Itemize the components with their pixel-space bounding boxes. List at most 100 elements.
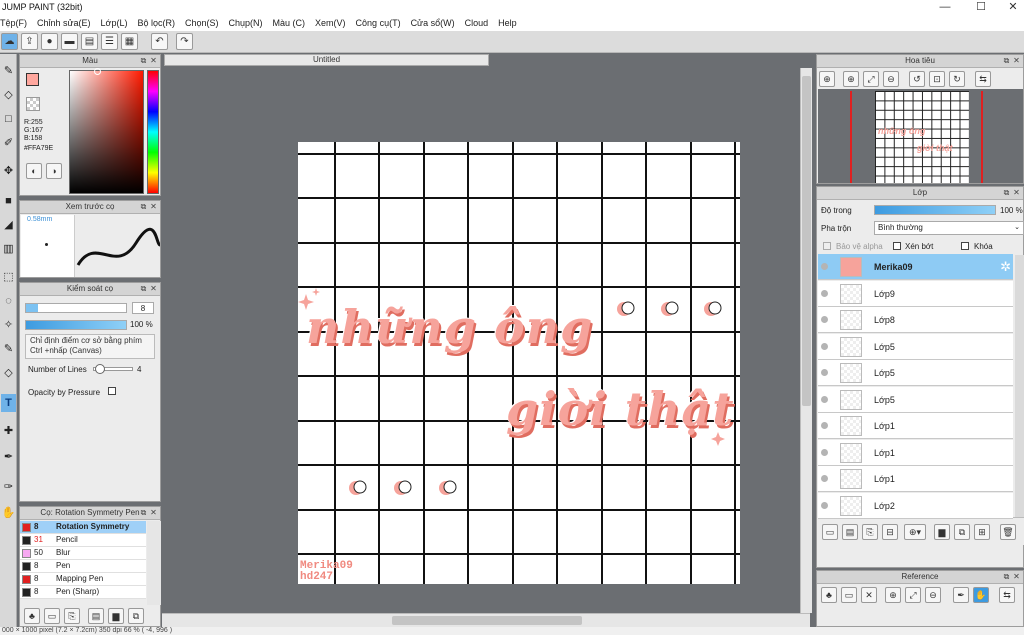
document-icon[interactable]: ▤ [81, 33, 98, 50]
lock-checkbox[interactable] [961, 242, 969, 250]
flip-icon[interactable]: ⇆ [975, 71, 991, 87]
menu-color[interactable]: Màu (C) [273, 18, 306, 28]
panel-close-icon[interactable]: ✕ [1012, 56, 1021, 65]
palette-icon[interactable]: ◐ [26, 163, 42, 179]
select-eraser-icon[interactable]: ◇ [1, 364, 16, 382]
fit-screen-icon[interactable]: ⤢ [863, 71, 879, 87]
new-layer-alt-icon[interactable]: ▤ [842, 524, 858, 540]
panel-close-icon[interactable]: ✕ [1012, 188, 1021, 197]
brush-add-icon[interactable]: ♣ [24, 608, 40, 624]
eyedropper-icon[interactable]: ✒ [1, 448, 16, 466]
close-button[interactable]: ✕ [998, 0, 1024, 15]
hue-slider[interactable] [147, 70, 159, 194]
layer-visibility-icon[interactable] [821, 316, 828, 323]
layer-combine-icon[interactable]: ⊞ [974, 524, 990, 540]
color-set-icon[interactable]: ◑ [46, 163, 62, 179]
layer-visibility-icon[interactable] [821, 422, 828, 429]
ref-fit-icon[interactable]: ⤢ [905, 587, 921, 603]
layer-visibility-icon[interactable] [821, 290, 828, 297]
panel-close-icon[interactable]: ✕ [149, 508, 158, 517]
layer-visibility-icon[interactable] [821, 343, 828, 350]
ref-cloud-icon[interactable]: ♣ [821, 587, 837, 603]
brush-item[interactable]: 8 Pen (Sharp) [20, 586, 146, 599]
layer-copy-icon[interactable]: ⎘ [862, 524, 878, 540]
brush-delete-icon[interactable]: ⧉ [128, 608, 144, 624]
canvas-text-line2[interactable]: giời thật [506, 382, 735, 436]
layer-row[interactable]: Lớp9 [818, 281, 1013, 307]
ref-zoom-out-icon[interactable]: ⊖ [925, 587, 941, 603]
layer-row[interactable]: Lớp5 [818, 387, 1013, 413]
ref-flip-icon[interactable]: ⇆ [999, 587, 1015, 603]
transparent-color-swatch[interactable] [26, 97, 40, 111]
gradient-tool-icon[interactable]: ▥ [1, 240, 16, 258]
layer-row[interactable]: Lớp1 [818, 466, 1013, 492]
lines-slider[interactable] [93, 364, 133, 374]
new-layer-icon[interactable]: ▭ [822, 524, 838, 540]
layer-duplicate-icon[interactable]: ⧉ [954, 524, 970, 540]
blend-mode-select[interactable]: Bình thường ⌄ [874, 221, 1024, 235]
layer-merge-icon[interactable]: ⊟ [882, 524, 898, 540]
panel-float-icon[interactable]: ⧉ [139, 56, 148, 65]
layer-row-selected[interactable]: Merika09 ✲ [818, 254, 1013, 280]
brush-list-scrollbar[interactable] [147, 521, 161, 605]
menu-filter[interactable]: Bộ lọc(R) [137, 18, 175, 28]
layer-scrollbar[interactable] [1015, 255, 1024, 517]
panel-close-icon[interactable]: ✕ [149, 56, 158, 65]
menu-edit[interactable]: Chỉnh sửa(E) [37, 18, 91, 28]
ref-close-icon[interactable]: ✕ [861, 587, 877, 603]
list-icon[interactable]: ☰ [101, 33, 118, 50]
ref-zoom-in-icon[interactable]: ⊕ [885, 587, 901, 603]
message-icon[interactable]: ▬ [61, 33, 78, 50]
select-pen-icon[interactable]: ✎ [1, 340, 16, 358]
grid-icon[interactable]: ▦ [121, 33, 138, 50]
brush-item[interactable]: 8 Pen [20, 560, 146, 573]
reset-rotation-icon[interactable]: ⊡ [929, 71, 945, 87]
clipping-checkbox[interactable] [893, 242, 901, 250]
saturation-value-picker[interactable] [69, 68, 144, 194]
rotate-left-icon[interactable]: ↺ [909, 71, 925, 87]
layer-row[interactable]: Lớp5 [818, 334, 1013, 360]
panel-float-icon[interactable]: ⧉ [139, 508, 148, 517]
move-tool-icon[interactable]: ✥ [1, 162, 16, 180]
foreground-color-swatch[interactable] [26, 73, 39, 86]
panel-float-icon[interactable]: ⧉ [1002, 572, 1011, 581]
brush-size-value[interactable]: 8 [132, 302, 154, 314]
brush-item[interactable]: 8 Mapping Pen [20, 573, 146, 586]
panel-float-icon[interactable]: ⧉ [1002, 188, 1011, 197]
magic-wand-icon[interactable]: ✧ [1, 316, 16, 334]
bucket-tool-icon[interactable]: ◢ [1, 216, 16, 234]
brush-folder-icon[interactable]: ▆ [108, 608, 124, 624]
menu-view[interactable]: Xem(V) [315, 18, 346, 28]
layer-settings-gear-icon[interactable]: ✲ [1000, 259, 1011, 275]
layer-add-dropdown-icon[interactable]: ⊕▾ [904, 524, 926, 540]
layer-visibility-icon[interactable] [821, 502, 828, 509]
redo-icon[interactable]: ↷ [176, 33, 193, 50]
ref-hand-icon[interactable]: ✋ [973, 587, 989, 603]
layer-opacity-slider[interactable] [874, 205, 996, 215]
panel-float-icon[interactable]: ⧉ [139, 284, 148, 293]
brush-opacity-slider[interactable] [25, 320, 127, 330]
brush-tool-icon[interactable]: ✎ [1, 62, 16, 80]
brush-copy-icon[interactable]: ⎘ [64, 608, 80, 624]
dropper-select-icon[interactable]: ✚ [1, 422, 16, 440]
zoom-in-icon[interactable]: ⊕ [819, 71, 835, 87]
brush-new-icon[interactable]: ▭ [44, 608, 60, 624]
layer-visibility-icon[interactable] [821, 369, 828, 376]
brush-size-slider[interactable] [25, 303, 127, 313]
menu-layer[interactable]: Lớp(L) [101, 18, 128, 28]
ref-open-icon[interactable]: ▭ [841, 587, 857, 603]
layer-visibility-icon[interactable] [821, 449, 828, 456]
menu-tools[interactable]: Công cụ(T) [356, 18, 401, 28]
color-picker-cursor[interactable] [94, 68, 101, 75]
comment-icon[interactable]: ● [41, 33, 58, 50]
zoom-out-icon[interactable]: ⊖ [883, 71, 899, 87]
undo-icon[interactable]: ↶ [151, 33, 168, 50]
rotate-right-icon[interactable]: ↻ [949, 71, 965, 87]
canvas-horizontal-scrollbar[interactable] [162, 613, 810, 627]
document-tab[interactable]: Untitled [164, 54, 489, 66]
layer-delete-icon[interactable]: 🗑 [1000, 524, 1016, 540]
canvas-text-line1[interactable]: những ông [306, 300, 593, 354]
panel-float-icon[interactable]: ⧉ [1002, 56, 1011, 65]
zoom-in-alt-icon[interactable]: ⊕ [843, 71, 859, 87]
menu-capture[interactable]: Chụp(N) [229, 18, 263, 28]
